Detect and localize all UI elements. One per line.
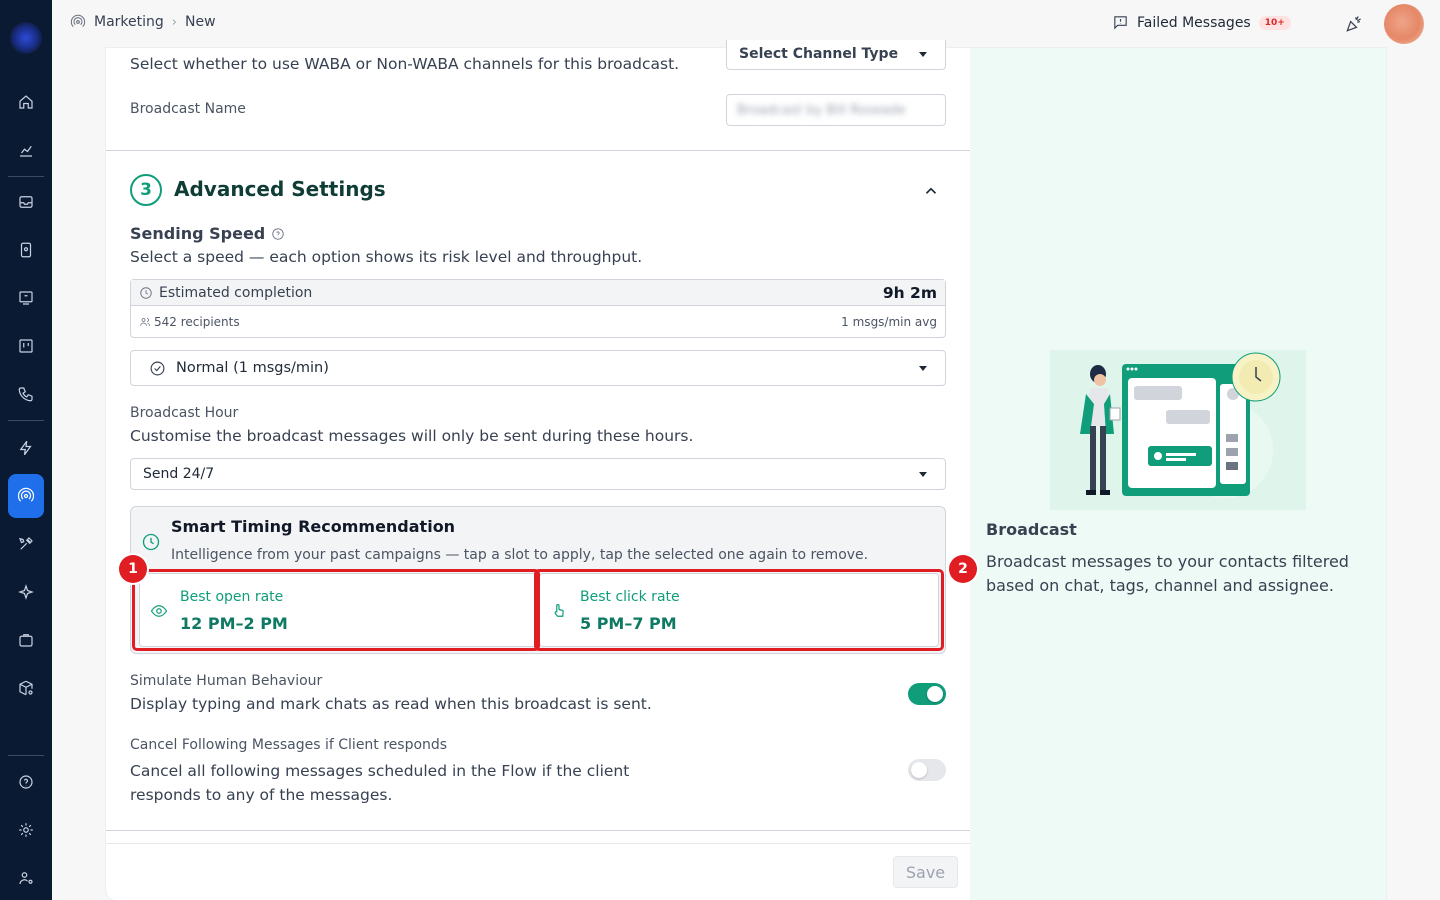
broadcast-icon[interactable]: [8, 474, 44, 518]
sidebar-divider: [8, 176, 44, 177]
sending-speed-value: Normal (1 msgs/min): [176, 360, 329, 376]
package-settings-icon[interactable]: [8, 670, 44, 706]
step-number: 3: [130, 174, 162, 206]
smart-timing-description: Intelligence from your past campaigns — …: [171, 547, 869, 563]
sending-speed-description: Select a speed — each option shows its r…: [130, 248, 643, 266]
sidebar: [0, 0, 52, 900]
contacts-icon[interactable]: [8, 232, 44, 268]
sidebar-divider: [8, 420, 44, 421]
clock-icon: [141, 532, 161, 556]
sidebar-divider: [8, 755, 44, 756]
save-button[interactable]: Save: [893, 856, 958, 888]
simulate-human-label: Simulate Human Behaviour: [130, 673, 323, 689]
broadcast-name-input[interactable]: Broadcast by Bill Roseade: [726, 94, 946, 126]
phone-icon[interactable]: [8, 376, 44, 412]
toggle-knob: [911, 762, 927, 778]
channel-type-description: Select whether to use WABA or Non-WABA c…: [130, 55, 680, 73]
estimated-completion-label: Estimated completion: [159, 284, 313, 301]
broadcast-hour-value: Send 24/7: [143, 466, 215, 482]
footer-divider: [106, 843, 970, 844]
sending-speed-select[interactable]: Normal (1 msgs/min): [130, 350, 946, 386]
broadcast-name-label: Broadcast Name: [130, 101, 246, 117]
failed-messages-label: Failed Messages: [1137, 14, 1251, 31]
cancel-following-label: Cancel Following Messages if Client resp…: [130, 737, 448, 753]
recipients-count: 542 recipients: [154, 315, 240, 329]
user-settings-icon[interactable]: [8, 860, 44, 896]
home-icon[interactable]: [8, 84, 44, 120]
advanced-settings-title: Advanced Settings: [174, 177, 386, 201]
channel-type-select-label: Select Channel Type: [739, 46, 899, 62]
whats-new-icon[interactable]: [1344, 14, 1364, 38]
broadcast-hour-description: Customise the broadcast messages will on…: [130, 427, 694, 445]
toggle-knob: [927, 686, 943, 702]
help-icon[interactable]: [8, 764, 44, 800]
automation-icon[interactable]: [8, 430, 44, 466]
breadcrumb-marketing[interactable]: Marketing: [94, 14, 164, 30]
help-icon[interactable]: [271, 227, 285, 241]
broadcast-name-value: Broadcast by Bill Roseade: [737, 103, 906, 118]
tools-icon[interactable]: [8, 526, 44, 562]
info-title: Broadcast: [986, 520, 1077, 539]
channel-type-select[interactable]: Select Channel Type: [726, 40, 946, 70]
failed-count-badge: 10+: [1258, 15, 1291, 30]
broadcast-hour-select[interactable]: Send 24/7: [130, 458, 946, 490]
section-divider: [106, 830, 970, 831]
simulate-human-description: Display typing and mark chats as read wh…: [130, 695, 652, 713]
broadcast-illustration: [1050, 350, 1306, 510]
smart-timing-title: Smart Timing Recommendation: [171, 517, 456, 536]
info-description: Broadcast messages to your contacts filt…: [986, 552, 1349, 595]
broadcast-icon: [70, 14, 86, 28]
chevron-up-icon: [925, 187, 937, 194]
caret-down-icon: [919, 472, 927, 477]
settings-icon[interactable]: [8, 812, 44, 848]
estimated-completion-panel: Estimated completion 9h 2m 542 recipient…: [130, 279, 946, 338]
collapse-button[interactable]: [922, 182, 940, 204]
failed-messages-button[interactable]: Failed Messages 10+: [1112, 14, 1291, 31]
caret-down-icon: [919, 52, 927, 57]
sending-speed-label: Sending Speed: [130, 224, 266, 243]
breadcrumb: Marketing › New: [70, 14, 216, 30]
ai-sparkle-icon[interactable]: [8, 574, 44, 610]
marker-2: 2: [949, 555, 977, 583]
highlight-box-open-rate: [132, 569, 540, 651]
avatar[interactable]: [1384, 4, 1424, 44]
users-icon: [140, 318, 150, 327]
breadcrumb-current: New: [184, 14, 216, 30]
analytics-icon[interactable]: [8, 132, 44, 168]
marker-1: 1: [119, 555, 147, 583]
check-circle-icon: [150, 361, 165, 375]
caret-down-icon: [919, 366, 927, 371]
send-rate: 1 msgs/min avg: [841, 315, 937, 329]
app-logo[interactable]: [10, 22, 42, 54]
cancel-following-description: Cancel all following messages scheduled …: [130, 762, 630, 804]
dashboard-icon[interactable]: [8, 280, 44, 316]
briefcase-icon[interactable]: [8, 622, 44, 658]
chevron-right-icon: ›: [171, 14, 177, 30]
alert-message-icon: [1114, 16, 1127, 30]
section-divider: [106, 150, 970, 151]
broadcast-hour-label: Broadcast Hour: [130, 405, 239, 421]
board-icon[interactable]: [8, 328, 44, 364]
sending-speed-title: Sending Speed: [130, 224, 285, 243]
estimated-completion-value: 9h 2m: [882, 283, 937, 302]
highlight-box-click-rate: [534, 569, 944, 651]
simulate-human-toggle[interactable]: [908, 683, 946, 705]
clock-icon: [140, 286, 152, 299]
cancel-following-toggle[interactable]: [908, 759, 946, 781]
inbox-icon[interactable]: [8, 184, 44, 220]
